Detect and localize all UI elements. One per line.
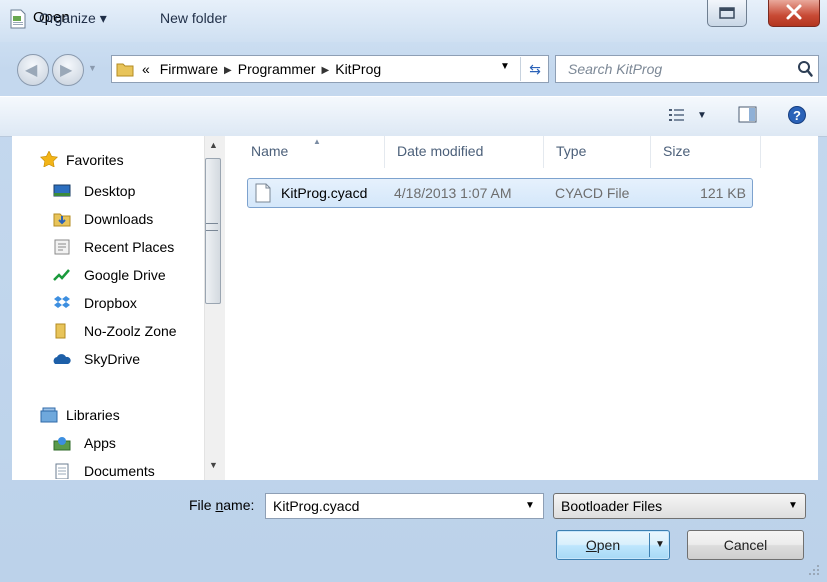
- column-type[interactable]: Type: [556, 143, 586, 159]
- apps-library-icon: [53, 437, 71, 451]
- column-divider[interactable]: [543, 136, 544, 168]
- maximize-button[interactable]: [707, 0, 747, 27]
- back-button[interactable]: ◀: [17, 54, 49, 86]
- cancel-button[interactable]: Cancel: [687, 530, 804, 560]
- maximize-icon: [719, 7, 735, 19]
- title-bar[interactable]: [0, 0, 827, 42]
- file-name: KitProg.cyacd: [281, 185, 368, 201]
- nav-documents[interactable]: Documents: [84, 463, 155, 479]
- column-divider[interactable]: [760, 136, 761, 168]
- file-name-input[interactable]: KitProg.cyacd: [273, 498, 359, 514]
- svg-text:?: ?: [793, 108, 801, 123]
- new-folder-button[interactable]: New folder: [160, 10, 227, 26]
- breadcrumb-overflow[interactable]: «: [142, 61, 150, 77]
- libraries-icon: [40, 407, 58, 423]
- folder-icon: [55, 323, 66, 339]
- nav-recent-places[interactable]: Recent Places: [84, 239, 174, 255]
- file-type-dropdown-icon[interactable]: ▼: [788, 500, 798, 511]
- close-icon: [786, 4, 802, 20]
- recent-places-icon: [54, 239, 70, 255]
- nav-no-zoolz-zone[interactable]: No-Zoolz Zone: [84, 323, 177, 339]
- breadcrumb-firmware[interactable]: Firmware: [160, 61, 218, 77]
- nav-apps[interactable]: Apps: [84, 435, 116, 451]
- nav-dropbox[interactable]: Dropbox: [84, 295, 137, 311]
- desktop-icon: [53, 184, 71, 197]
- documents-library-icon: [55, 463, 69, 479]
- refresh-button[interactable]: ⇆: [520, 57, 549, 81]
- document-icon: [10, 9, 26, 29]
- breadcrumb-separator-icon[interactable]: ▶: [322, 65, 330, 76]
- file-name-label: File name:: [189, 497, 255, 513]
- view-dropdown-icon[interactable]: ▼: [697, 110, 707, 121]
- open-options-dropdown-icon[interactable]: ▼: [651, 531, 669, 559]
- file-name-combo[interactable]: KitProg.cyacd ▼: [265, 493, 544, 519]
- file-name-dropdown-icon[interactable]: ▼: [525, 500, 535, 511]
- back-arrow-icon: ◀: [25, 62, 38, 79]
- breadcrumb-separator-icon[interactable]: ▶: [224, 65, 232, 76]
- search-box[interactable]: Search KitProg: [555, 55, 819, 83]
- search-input[interactable]: Search KitProg: [568, 61, 662, 77]
- file-date-modified: 4/18/2013 1:07 AM: [394, 185, 512, 201]
- recent-locations-chevron-icon[interactable]: ▼: [88, 63, 97, 73]
- column-divider[interactable]: [384, 136, 385, 168]
- scroll-down-arrow-icon[interactable]: ▼: [209, 460, 218, 470]
- organize-button[interactable]: Organize ▾: [39, 10, 107, 27]
- google-drive-icon: [53, 267, 71, 283]
- preview-pane-icon[interactable]: [738, 106, 758, 124]
- split-divider: [649, 533, 650, 557]
- resize-grip-icon[interactable]: [808, 564, 820, 576]
- nav-desktop[interactable]: Desktop: [84, 183, 135, 199]
- file-icon: [255, 183, 271, 203]
- nav-libraries[interactable]: Libraries: [66, 407, 120, 423]
- file-type-value: Bootloader Files: [561, 498, 663, 514]
- address-dropdown-icon[interactable]: ▼: [500, 61, 510, 72]
- forward-button[interactable]: ▶: [52, 54, 84, 86]
- breadcrumb-kitprog[interactable]: KitProg: [335, 61, 381, 77]
- nav-favorites[interactable]: Favorites: [66, 152, 124, 168]
- close-button[interactable]: [768, 0, 820, 27]
- file-size: 121 KB: [700, 185, 746, 201]
- scrollbar-thumb[interactable]: [205, 158, 221, 304]
- downloads-icon: [53, 213, 71, 227]
- favorites-star-icon: [40, 151, 58, 167]
- folder-icon: [116, 63, 134, 77]
- column-date-modified[interactable]: Date modified: [397, 143, 483, 159]
- breadcrumb-programmer[interactable]: Programmer: [238, 61, 316, 77]
- dropbox-icon: [54, 296, 70, 308]
- column-size[interactable]: Size: [663, 143, 690, 159]
- column-name[interactable]: Name: [251, 143, 288, 159]
- scrollbar-grip-icon: [206, 223, 218, 231]
- open-split-button[interactable]: Open ▼: [556, 530, 670, 560]
- nav-skydrive[interactable]: SkyDrive: [84, 351, 140, 367]
- sort-ascending-icon: ▲: [313, 137, 321, 146]
- nav-google-drive[interactable]: Google Drive: [84, 267, 166, 283]
- help-icon[interactable]: ?: [787, 105, 807, 125]
- breadcrumb: « Firmware ▶ Programmer ▶ KitProg: [142, 61, 381, 77]
- refresh-icon: ⇆: [529, 61, 541, 77]
- file-type-select[interactable]: Bootloader Files ▼: [553, 493, 806, 519]
- view-options-icon[interactable]: [668, 107, 686, 123]
- nav-downloads[interactable]: Downloads: [84, 211, 153, 227]
- skydrive-icon: [53, 354, 71, 364]
- forward-arrow-icon: ▶: [60, 62, 73, 79]
- open-button[interactable]: Open: [557, 531, 649, 559]
- search-icon[interactable]: [796, 59, 814, 79]
- address-bar[interactable]: « Firmware ▶ Programmer ▶ KitProg ▼ ⇆: [111, 55, 549, 83]
- scroll-up-arrow-icon[interactable]: ▲: [209, 140, 218, 150]
- column-divider[interactable]: [650, 136, 651, 168]
- file-type: CYACD File: [555, 185, 630, 201]
